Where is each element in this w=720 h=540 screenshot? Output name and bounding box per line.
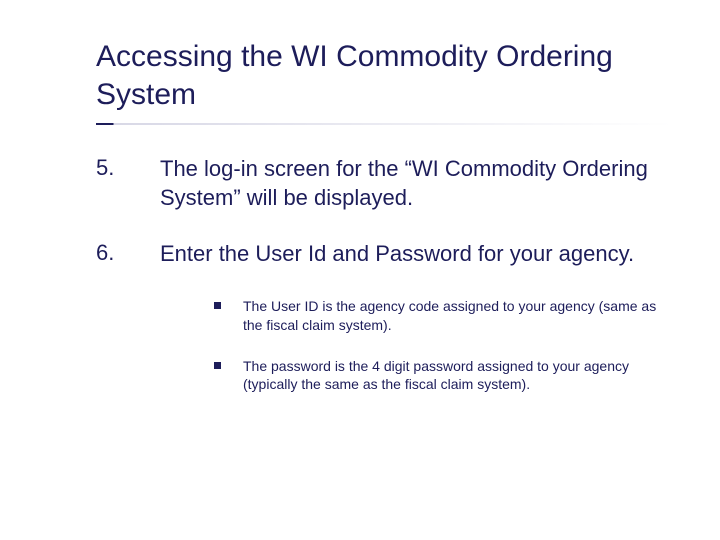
step-text: The log-in screen for the “WI Commodity … [160,155,672,212]
step-item: 6. Enter the User Id and Password for yo… [96,240,672,269]
square-bullet-icon [214,362,221,369]
slide-title: Accessing the WI Commodity Ordering Syst… [96,38,672,113]
steps-list: 5. The log-in screen for the “WI Commodi… [96,155,672,269]
step-number: 5. [96,155,160,212]
subbullet-item: The password is the 4 digit password ass… [214,357,672,395]
step-number: 6. [96,240,160,269]
square-bullet-icon [214,302,221,309]
subbullet-text: The User ID is the agency code assigned … [243,297,672,335]
step-item: 5. The log-in screen for the “WI Commodi… [96,155,672,212]
subbullet-text: The password is the 4 digit password ass… [243,357,672,395]
subbullet-list: The User ID is the agency code assigned … [214,297,672,395]
step-text: Enter the User Id and Password for your … [160,240,672,269]
title-underline [96,123,672,125]
subbullet-item: The User ID is the agency code assigned … [214,297,672,335]
